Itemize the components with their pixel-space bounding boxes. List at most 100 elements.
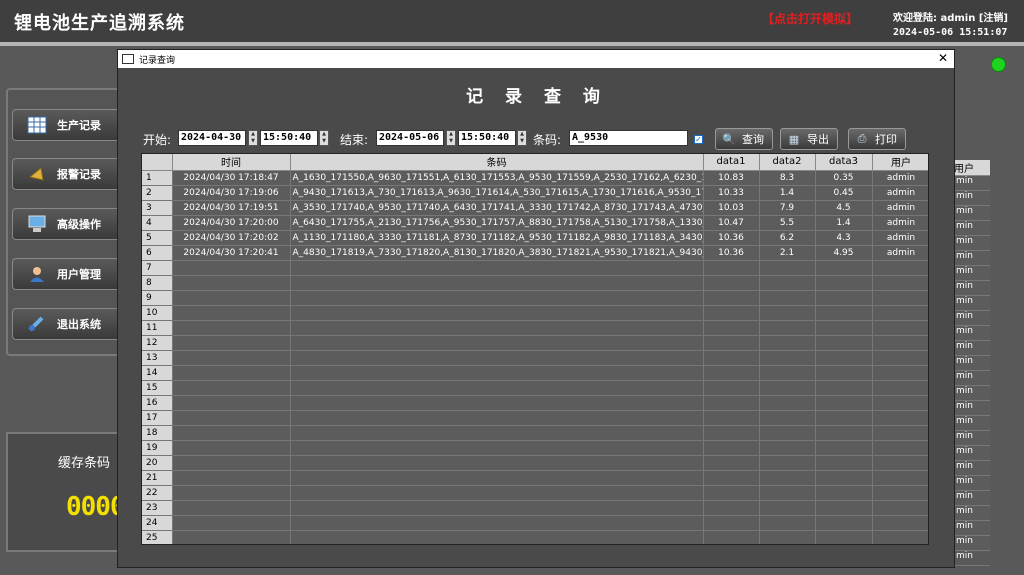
table-cell: [872, 305, 928, 321]
background-table-cell: min: [950, 176, 990, 191]
table-row[interactable]: 5 2024/04/30 17:20:02 A_1130_171180,A_3330…: [142, 230, 928, 246]
close-icon[interactable]: ✕: [938, 51, 948, 65]
table-row[interactable]: 1 2024/04/30 17:18:47 A_1630_171550,A_9630…: [142, 170, 928, 186]
cache-panel: 缓存条码 0000: [6, 432, 126, 552]
column-header[interactable]: data1: [703, 154, 760, 171]
table-cell: [172, 260, 291, 276]
table-row[interactable]: 11: [142, 320, 928, 336]
table-row[interactable]: 12: [142, 335, 928, 351]
table-row[interactable]: 6 2024/04/30 17:20:41 A_4830_171819,A_7330…: [142, 245, 928, 261]
start-time-field[interactable]: 15:50:40: [260, 130, 318, 146]
record-query-dialog: 记录查询 ✕ 记 录 查 询 开始: 2024-04-30 ▲ ▼ 15:50:4…: [117, 49, 955, 568]
row-number: 8: [142, 275, 173, 291]
end-time-spinner[interactable]: ▲ ▼: [517, 130, 527, 146]
table-row[interactable]: 8: [142, 275, 928, 291]
table-row[interactable]: 15: [142, 380, 928, 396]
print-button[interactable]: ⎙ 打印: [848, 128, 906, 150]
table-row[interactable]: 17: [142, 410, 928, 426]
table-cell: 10.36: [703, 245, 760, 261]
table-cell: [815, 380, 873, 396]
records-table[interactable]: 时间 条码 data1 data2 data3 用户 1 2024/04/30 17:18:…: [141, 153, 929, 545]
end-date-spinner[interactable]: ▲ ▼: [446, 130, 456, 146]
table-cell: 2.1: [759, 245, 816, 261]
table-row[interactable]: 14: [142, 365, 928, 381]
table-cell: [759, 425, 816, 441]
start-time-spinner[interactable]: ▲ ▼: [319, 130, 329, 146]
row-number: 21: [142, 470, 173, 486]
sidebar-item-label: 高级操作: [57, 218, 101, 231]
sidebar-item-production[interactable]: 生产记录: [12, 109, 122, 141]
table-cell: admin: [872, 170, 928, 186]
table-cell: [759, 515, 816, 531]
table-row[interactable]: 2 2024/04/30 17:19:06 A_9430_171613,A_730_…: [142, 185, 928, 201]
table-cell: [872, 515, 928, 531]
sidebar-item-alarm[interactable]: 报警记录: [12, 158, 122, 190]
table-cell: [759, 455, 816, 471]
background-table-cell: min: [950, 191, 990, 206]
background-table-cell: min: [950, 296, 990, 311]
table-row[interactable]: 19: [142, 440, 928, 456]
table-cell: [290, 515, 704, 531]
table-row[interactable]: 9: [142, 290, 928, 306]
row-number: 2: [142, 185, 173, 201]
export-button[interactable]: ▦ 导出: [780, 128, 838, 150]
table-cell: 8.3: [759, 170, 816, 186]
table-cell: [815, 440, 873, 456]
table-cell: [872, 500, 928, 516]
column-header[interactable]: [142, 154, 173, 171]
table-cell: [815, 410, 873, 426]
column-header[interactable]: 条码: [290, 154, 704, 171]
table-row[interactable]: 21: [142, 470, 928, 486]
barcode-checkbox[interactable]: ✓: [694, 135, 703, 144]
table-cell: 10.36: [703, 230, 760, 246]
row-number: 18: [142, 425, 173, 441]
table-row[interactable]: 24: [142, 515, 928, 531]
query-button[interactable]: 🔍 查询: [715, 128, 773, 150]
table-cell: [703, 335, 760, 351]
dialog-titlebar: 记录查询 ✕: [118, 50, 954, 68]
start-date-spinner[interactable]: ▲ ▼: [248, 130, 258, 146]
table-cell: [872, 410, 928, 426]
column-header[interactable]: 用户: [872, 154, 928, 171]
sidebar-item-advanced[interactable]: 高级操作: [12, 208, 122, 240]
query-button-label: 查询: [742, 133, 764, 146]
background-table-cell: min: [950, 401, 990, 416]
table-row[interactable]: 7: [142, 260, 928, 276]
table-cell: admin: [872, 245, 928, 261]
table-row[interactable]: 4 2024/04/30 17:20:00 A_6430_171755,A_2130…: [142, 215, 928, 231]
sidebar-item-exit[interactable]: 退出系统: [12, 308, 122, 340]
background-table-cell: min: [950, 506, 990, 521]
table-cell: 2024/04/30 17:20:00: [172, 215, 291, 231]
background-table-header: 用户: [950, 160, 990, 176]
table-row[interactable]: 18: [142, 425, 928, 441]
table-row[interactable]: 10: [142, 305, 928, 321]
end-time-field[interactable]: 15:50:40: [458, 130, 516, 146]
end-date-field[interactable]: 2024-05-06: [376, 130, 444, 146]
column-header[interactable]: data3: [815, 154, 873, 171]
table-cell: 0.35: [815, 170, 873, 186]
table-cell: [815, 485, 873, 501]
start-date-field[interactable]: 2024-04-30: [178, 130, 246, 146]
table-row[interactable]: 3 2024/04/30 17:19:51 A_3530_171740,A_9530…: [142, 200, 928, 216]
table-cell: [759, 275, 816, 291]
table-row[interactable]: 16: [142, 395, 928, 411]
table-cell: [172, 530, 291, 544]
table-cell: [759, 470, 816, 486]
table-row[interactable]: 25: [142, 530, 928, 544]
barcode-input[interactable]: A_9530: [569, 130, 688, 146]
table-cell: 6.2: [759, 230, 816, 246]
welcome-logout[interactable]: 欢迎登陆: admin [注销]: [893, 9, 1008, 24]
table-cell: [290, 290, 704, 306]
table-row[interactable]: 22: [142, 485, 928, 501]
column-header[interactable]: 时间: [172, 154, 291, 171]
table-cell: 4.95: [815, 245, 873, 261]
table-cell: [872, 395, 928, 411]
table-row[interactable]: 13: [142, 350, 928, 366]
sidebar-item-users[interactable]: 用户管理: [12, 258, 122, 290]
table-cell: A_6430_171755,A_2130_171756,A_9530_17175…: [290, 215, 704, 231]
table-row[interactable]: 23: [142, 500, 928, 516]
table-row[interactable]: 20: [142, 455, 928, 471]
simulate-button[interactable]: 【点击打开模拟】: [762, 10, 858, 27]
background-table-cell: min: [950, 476, 990, 491]
column-header[interactable]: data2: [759, 154, 816, 171]
